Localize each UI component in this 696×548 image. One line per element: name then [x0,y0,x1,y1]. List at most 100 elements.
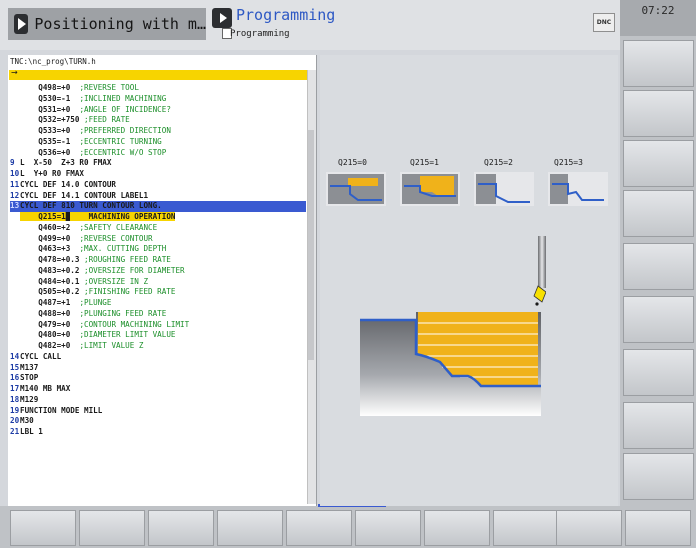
program-line[interactable]: 17M140 MB MAX [10,384,306,395]
program-line[interactable]: 18M129 [10,395,306,406]
program-line[interactable]: 21LBL 1 [10,427,306,438]
program-line[interactable]: Q215=1█ MACHINING OPERATION [10,212,306,223]
line-code: Q463=+3 [20,244,71,254]
program-line[interactable]: Q535=-1 ;ECCENTRIC TURNING [10,137,306,148]
line-code: Q530=-1 [20,93,71,103]
program-line[interactable]: 13CYCL DEF 810 TURN CONTOUR LONG. [10,201,306,212]
program-path: TNC:\nc_prog\TURN.h [10,57,96,66]
program-line[interactable]: Q530=-1 ;INCLINED MACHINING [10,94,306,105]
program-line[interactable]: 19FUNCTION MODE MILL [10,406,306,417]
option-label-3: Q215=3 [554,158,583,167]
line-code: M129 [20,394,39,404]
program-line[interactable]: Q488=+0 ;PLUNGING FEED RATE [10,309,306,320]
program-line[interactable]: Q478=+0.3 ;ROUGHING FEED RATE [10,255,306,266]
softkey-10[interactable] [625,510,691,546]
line-code: Q482=+0 [20,341,71,350]
program-line[interactable]: 9 L X-50 Z+3 R0 FMAX [10,158,306,169]
program-line[interactable]: Q498=+0 ;REVERSE TOOL [10,83,306,94]
line-code: STOP [20,373,39,383]
line-comment: ;ANGLE OF INCIDENCE? [79,104,171,114]
line-code: Q478=+0.3 [20,255,80,264]
line-number: 19 [10,405,20,415]
line-comment: ;REVERSE TOOL [79,83,139,92]
line-number: 14 [10,351,20,361]
line-code: CYCL DEF 810 TURN CONTOUR LONG. [20,201,162,211]
line-code: CYCL DEF 14.0 CONTOUR [20,179,117,189]
program-line[interactable]: 10L Y+0 R0 FMAX [10,169,306,180]
option-graphic-1 [400,172,460,206]
option-label-1: Q215=1 [410,158,439,167]
softkey-4[interactable] [217,510,283,546]
vertical-softkey-2[interactable] [623,90,694,137]
line-number: 12 [10,190,20,200]
line-code: Q488=+0 [20,308,71,318]
line-code: Q484=+0.1 [20,276,80,286]
softkey-1[interactable] [10,510,76,546]
vertical-softkey-1[interactable] [623,40,694,87]
scrollbar-thumb[interactable] [308,130,314,360]
vertical-softkey-6[interactable] [623,296,694,343]
vertical-softkey-4[interactable] [623,190,694,237]
program-line[interactable]: Q483=+0.2 ;OVERSIZE FOR DIAMETER [10,266,306,277]
line-code: L X-50 Z+3 R0 FMAX [20,158,112,168]
softkey-6[interactable] [355,510,421,546]
softkey-9[interactable] [556,510,622,546]
program-line[interactable]: 14CYCL CALL [10,352,306,363]
vertical-softkey-3[interactable] [623,140,694,187]
program-line[interactable]: Q532=+750 ;FEED RATE [10,115,306,126]
line-comment: ;DIAMETER LIMIT VALUE [79,330,176,340]
line-comment: ;LIMIT VALUE Z [79,341,144,350]
softkey-7[interactable] [424,510,490,546]
program-line[interactable]: 20M30 [10,416,306,427]
program-line[interactable]: Q505=+0.2 ;FINISHING FEED RATE [10,287,306,298]
program-line[interactable]: Q536=+0 ;ECCENTRIC W/O STOP [10,148,306,159]
line-comment: ;MAX. CUTTING DEPTH [79,244,167,254]
program-line[interactable]: Q487=+1 ;PLUNGE [10,298,306,309]
line-code: Q499=+0 [20,233,71,243]
line-comment: ;SAFETY CLEARANCE [79,222,158,232]
turning-contour-graphic [360,236,546,416]
program-line[interactable]: 16STOP [10,373,306,384]
program-line[interactable]: Q531=+0 ;ANGLE OF INCIDENCE? [10,105,306,116]
program-line[interactable]: Q499=+0 ;REVERSE CONTOUR [10,234,306,245]
line-comment: ;CONTOUR MACHINING LIMIT [79,319,190,329]
mode-title: Positioning with m… [34,15,206,33]
program-line[interactable]: Q479=+0 ;CONTOUR MACHINING LIMIT [10,320,306,331]
dnc-icon[interactable]: DNC [593,13,615,32]
line-comment: ;ROUGHING FEED RATE [84,255,171,264]
line-code: Q480=+0 [20,330,71,340]
line-code: CYCL DEF 14.1 CONTOUR LABEL1 [20,190,149,200]
program-line[interactable]: Q460=+2 ;SAFETY CLEARANCE [10,223,306,234]
vertical-softkey-9[interactable] [623,453,694,500]
option-label-0: Q215=0 [338,158,367,167]
program-line[interactable]: Q533=+0 ;PREFERRED DIRECTION [10,126,306,137]
program-line[interactable]: 15M137 [10,363,306,374]
softkey-3[interactable] [148,510,214,546]
program-line[interactable]: Q480=+0 ;DIAMETER LIMIT VALUE [10,330,306,341]
line-code: LBL 1 [20,427,43,436]
option-graphic-3 [548,172,608,206]
line-comment: ;PLUNGE [79,298,112,307]
line-code: Q532=+750 [20,115,80,125]
softkey-8[interactable] [493,510,559,546]
vertical-softkey-7[interactable] [623,349,694,396]
line-number: 13 [10,201,20,211]
vertical-softkey-5[interactable] [623,243,694,290]
line-code: M30 [20,416,34,426]
program-line[interactable]: 12CYCL DEF 14.1 CONTOUR LABEL1 [10,191,306,202]
line-code: M137 [20,362,39,372]
option-label-2: Q215=2 [484,158,513,167]
program-line[interactable]: Q463=+3 ;MAX. CUTTING DEPTH [10,244,306,255]
program-line[interactable]: Q482=+0 ;LIMIT VALUE Z [10,341,306,352]
program-line[interactable]: Q484=+0.1 ;OVERSIZE IN Z [10,277,306,288]
program-line[interactable]: 11CYCL DEF 14.0 CONTOUR [10,180,306,191]
line-code: L Y+0 R0 FMAX [20,169,85,178]
line-number: 10 [10,169,20,178]
line-code: Q536=+0 [20,147,71,157]
mode-tab-positioning[interactable]: Positioning with m… [8,8,206,40]
vertical-softkey-8[interactable] [623,402,694,449]
line-number: 18 [10,394,20,404]
softkey-2[interactable] [79,510,145,546]
softkey-5[interactable] [286,510,352,546]
line-comment: ;PREFERRED DIRECTION [79,126,171,135]
